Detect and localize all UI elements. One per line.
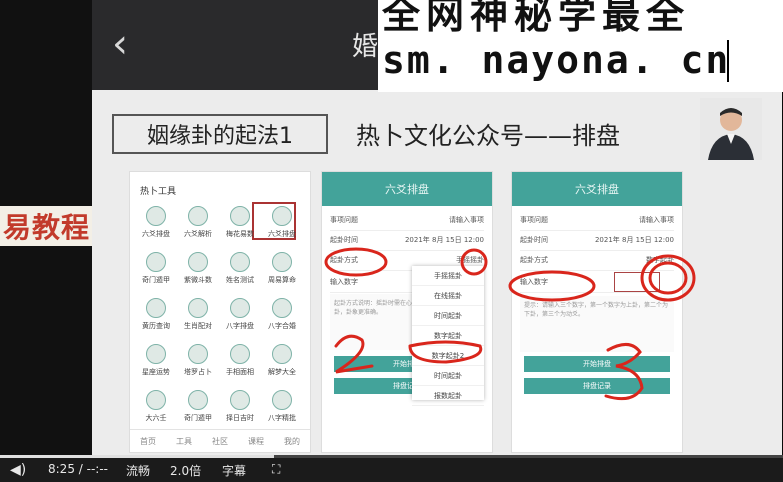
subtitle-button[interactable]: 字幕 [222, 462, 246, 479]
number-three-annotation [604, 343, 644, 401]
circle-annotation [648, 261, 688, 295]
watermark-line1: 全网神秘学最全 [382, 0, 691, 37]
player-controls: ◀) 8:25 / --:-- 流畅 2.0倍 字幕 ⛶ [0, 455, 783, 482]
circle-annotation [324, 247, 388, 277]
number-two-annotation [334, 334, 374, 374]
time-display: 8:25 / --:-- [48, 462, 108, 476]
circle-annotation [408, 340, 483, 364]
text-cursor [727, 40, 729, 82]
speed-button[interactable]: 2.0倍 [170, 462, 201, 479]
video-frame: 易教程 ‹ 婚 姻缘卦的起法1 热卜文化公众号——排盘 热卜工具 六爻排盘 六爻解… [0, 0, 783, 482]
progress-fill [0, 455, 275, 458]
volume-icon[interactable]: ◀) [10, 462, 26, 478]
quality-button[interactable]: 流畅 [126, 462, 150, 479]
fullscreen-icon[interactable]: ⛶ [272, 462, 280, 477]
watermark-url: sm. nayona. cn [382, 38, 731, 82]
circle-annotation [460, 248, 488, 276]
circle-annotation [508, 270, 596, 302]
